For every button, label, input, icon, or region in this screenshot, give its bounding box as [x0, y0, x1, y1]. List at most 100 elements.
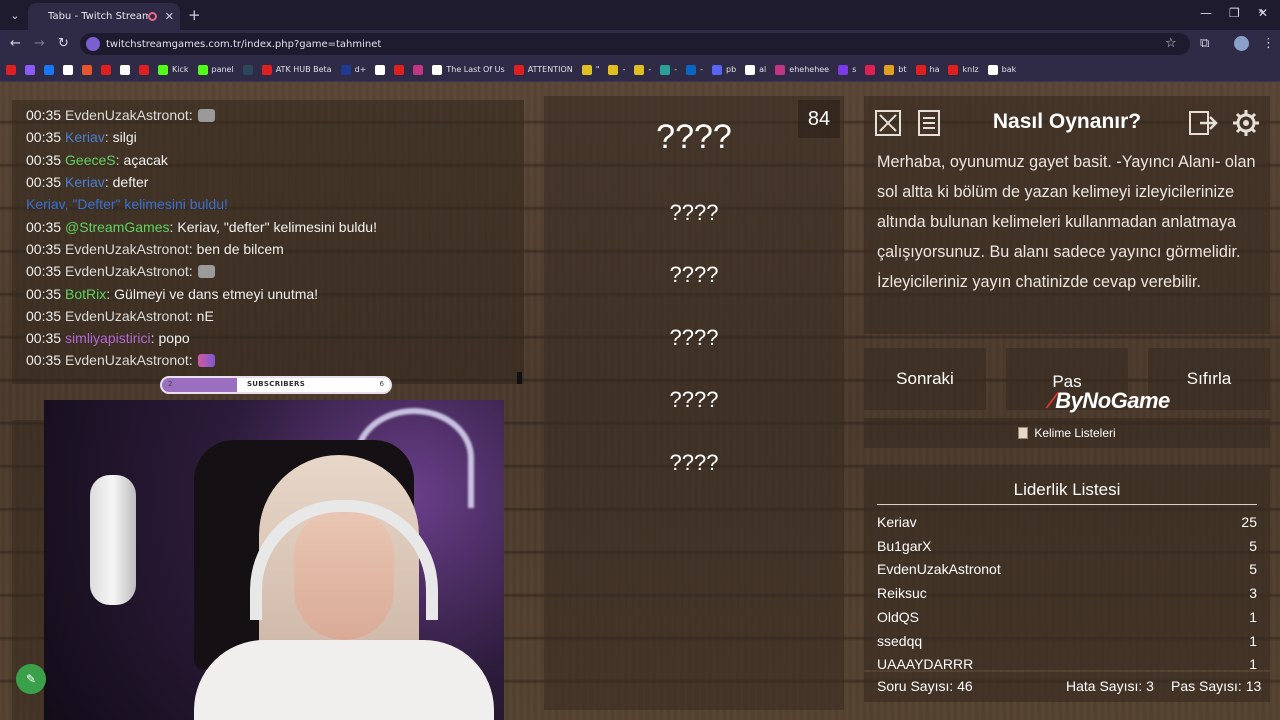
bookmark-item[interactable]: -	[634, 64, 651, 75]
leaderboard-score: 25	[1241, 514, 1257, 530]
bookmark-item[interactable]: al	[745, 64, 766, 75]
bookmark-favicon-icon	[158, 64, 168, 75]
chat-scroll-thumb[interactable]	[517, 372, 522, 384]
chat-username[interactable]: EvdenUzakAstronot	[65, 241, 189, 257]
bookmark-item[interactable]	[44, 64, 54, 75]
chat-username[interactable]: EvdenUzakAstronot	[65, 308, 189, 324]
logout-icon[interactable]	[1186, 106, 1220, 140]
forbidden-word: ????	[669, 450, 719, 475]
tab-search-icon[interactable]: ⌄	[6, 6, 24, 24]
bookmark-item[interactable]	[101, 64, 111, 75]
bookmark-item[interactable]: ehehehee	[775, 64, 829, 75]
leaderboard-score: 1	[1249, 608, 1257, 625]
back-icon[interactable]: ←	[10, 36, 21, 51]
bookmark-item[interactable]: ha	[915, 64, 939, 75]
bookmark-item[interactable]: "	[581, 64, 599, 75]
chat-username[interactable]: Keriav	[65, 174, 105, 190]
new-tab-icon[interactable]: +	[188, 6, 201, 24]
bookmark-favicon-icon	[197, 64, 208, 75]
minimize-icon[interactable]: —	[1200, 6, 1212, 20]
restore-icon[interactable]: ❐	[1229, 6, 1240, 20]
leaderboard-score: 1	[1249, 656, 1257, 670]
address-bar[interactable]: twitchstreamgames.com.tr/index.php?game=…	[80, 33, 1190, 55]
bookmark-item[interactable]: Kick	[158, 64, 189, 75]
chat-username[interactable]: EvdenUzakAstronot	[65, 107, 189, 123]
bookmark-item[interactable]: panel	[197, 64, 234, 75]
bookmark-item[interactable]	[6, 64, 16, 75]
chat-username[interactable]: simliyapistirici	[65, 330, 151, 346]
chat-message: 00:35 EvdenUzakAstronot: ben de bilcem	[12, 238, 524, 260]
document-icon[interactable]	[912, 106, 946, 140]
browser-toolbar: ← → ↻ twitchstreamgames.com.tr/index.php…	[0, 30, 1280, 58]
bookmark-item[interactable]: s	[838, 64, 856, 75]
chat-message: 00:35 EvdenUzakAstronot:	[12, 349, 524, 371]
leaderboard-name: OldQS	[877, 608, 920, 625]
chat-username[interactable]: GeeceS	[65, 152, 116, 168]
leaderboard-row: ssedqq 1	[877, 633, 1257, 655]
leaderboard-score: 1	[1249, 632, 1257, 649]
bookmark-star-icon[interactable]: ☆	[1165, 36, 1177, 51]
chat-timestamp: 00:35	[26, 240, 62, 257]
bookmark-item[interactable]: d+	[340, 64, 366, 75]
fullscreen-icon[interactable]	[871, 106, 905, 140]
bookmark-favicon-icon	[413, 64, 424, 75]
bookmark-item[interactable]: -	[660, 64, 677, 75]
bookmark-item[interactable]	[394, 64, 405, 75]
bookmark-item[interactable]: ATTENTION	[513, 64, 573, 75]
bookmark-item[interactable]	[63, 64, 73, 75]
bookmark-favicon-icon	[838, 64, 849, 75]
forbidden-word: ????	[669, 262, 719, 287]
settings-gear-icon[interactable]	[1229, 106, 1263, 140]
chat-separator: :	[188, 240, 193, 257]
word-lists-button[interactable]: Kelime Listeleri	[864, 418, 1270, 448]
bookmark-favicon-icon	[948, 64, 959, 75]
edit-fab-icon[interactable]: ✎	[16, 664, 46, 694]
chat-username[interactable]: EvdenUzakAstronot	[65, 263, 189, 279]
profile-avatar[interactable]	[1234, 36, 1249, 51]
tab-close-icon[interactable]: ✕	[165, 10, 174, 23]
bookmark-item[interactable]	[242, 64, 253, 75]
extensions-icon[interactable]: ⧉	[1200, 36, 1209, 51]
chat-timestamp: 00:35	[26, 307, 62, 324]
chat-timestamp: 00:35	[26, 218, 62, 235]
bookmark-item[interactable]	[865, 64, 876, 75]
forbidden-word: ????	[669, 325, 719, 350]
bookmark-item[interactable]	[120, 64, 130, 75]
chat-username[interactable]: Keriav, "Defter" kelimesini buldu!	[26, 196, 228, 212]
browser-tab[interactable]: Tabu - Twitch Stream Game ✕	[28, 3, 180, 30]
subscriber-goal-bar: 2 SUBSCRIBERS 6	[160, 376, 392, 394]
chat-username[interactable]: BotRix	[65, 286, 106, 302]
bookmark-item[interactable]: ATK HUB Beta	[261, 64, 332, 75]
bookmark-label: The Last Of Us	[446, 65, 505, 74]
bookmark-item[interactable]: -	[686, 64, 703, 75]
bookmark-item[interactable]	[25, 64, 35, 75]
chat-username[interactable]: Keriav	[65, 129, 105, 145]
bookmarks-more-icon[interactable]: »	[1258, 6, 1264, 17]
error-count: Hata Sayısı: 3	[1066, 678, 1154, 694]
chat-username[interactable]: @StreamGames	[65, 219, 169, 235]
leaderboard-row: EvdenUzakAstronot 5	[877, 561, 1257, 583]
bookmark-item[interactable]: -	[608, 64, 625, 75]
chat-separator: :	[104, 129, 109, 146]
bookmark-item[interactable]: knlz	[948, 64, 979, 75]
bookmark-label: Kick	[172, 65, 189, 74]
chat-separator: :	[169, 218, 174, 235]
forward-icon[interactable]: →	[34, 36, 45, 51]
bookmark-item[interactable]	[375, 64, 386, 75]
bookmark-item[interactable]	[139, 64, 149, 75]
next-button[interactable]: Sonraki	[864, 348, 986, 410]
bookmark-favicon-icon	[634, 64, 645, 75]
bookmark-item[interactable]	[82, 64, 92, 75]
subscriber-goal-label: SUBSCRIBERS	[246, 380, 306, 388]
bookmark-item[interactable]: bt	[884, 64, 907, 75]
bookmark-item[interactable]: bak	[987, 64, 1016, 75]
site-info-icon[interactable]	[86, 37, 100, 51]
subscriber-target: 6	[379, 380, 384, 388]
chat-username[interactable]: EvdenUzakAstronot	[65, 352, 189, 368]
bookmark-item[interactable]	[413, 64, 424, 75]
menu-icon[interactable]: ⋮	[1262, 36, 1275, 51]
bookmark-item[interactable]: The Last Of Us	[432, 64, 505, 75]
reload-icon[interactable]: ↻	[58, 36, 69, 51]
webcam-feed	[44, 400, 504, 720]
bookmark-item[interactable]: pb	[712, 64, 736, 75]
